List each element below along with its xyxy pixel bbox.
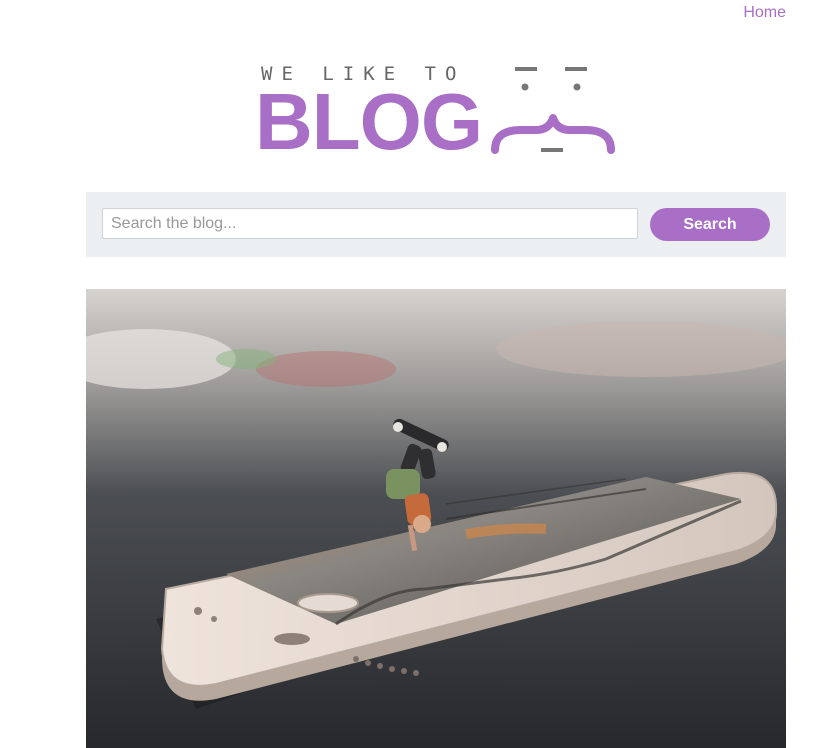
- nav-home-link[interactable]: Home: [743, 4, 786, 22]
- logo-wordmark: BLOG: [255, 77, 483, 166]
- search-input[interactable]: [102, 208, 638, 239]
- search-bar: Search: [86, 192, 786, 257]
- logo-face-icon: [491, 67, 615, 154]
- hero-illustration: [86, 289, 786, 748]
- site-logo[interactable]: WE LIKE TO BLOG: [255, 60, 615, 166]
- hero-image: [86, 289, 786, 748]
- search-button[interactable]: Search: [650, 208, 770, 241]
